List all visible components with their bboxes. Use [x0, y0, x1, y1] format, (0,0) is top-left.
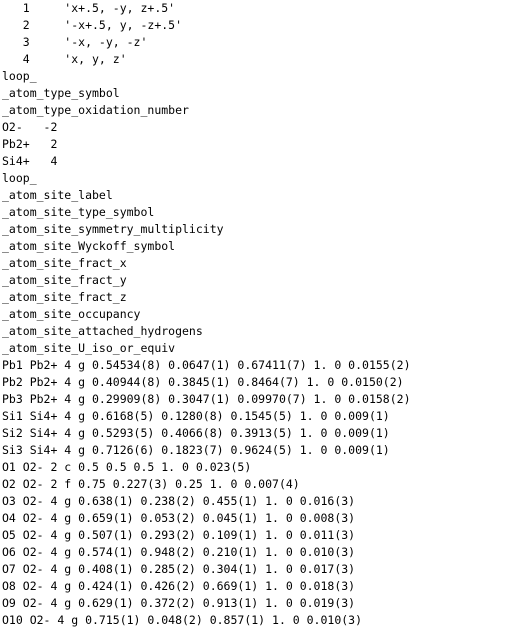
field-name-line: _atom_site_fract_x	[2, 256, 127, 270]
atom-site-row: Pb3 Pb2+ 4 g 0.29909(8) 0.3047(1) 0.0997…	[2, 392, 411, 406]
field-name-line: _atom_site_symmetry_multiplicity	[2, 222, 224, 236]
atom-site-row: Pb1 Pb2+ 4 g 0.54534(8) 0.0647(1) 0.6741…	[2, 358, 411, 372]
atom-site-row: O8 O2- 4 g 0.424(1) 0.426(2) 0.669(1) 1.…	[2, 579, 356, 593]
atom-site-row: O4 O2- 4 g 0.659(1) 0.053(2) 0.045(1) 1.…	[2, 511, 356, 525]
atom-site-row: O1 O2- 2 c 0.5 0.5 0.5 1. 0 0.023(5)	[2, 460, 252, 474]
atom-site-row: O2 O2- 2 f 0.75 0.227(3) 0.25 1. 0 0.007…	[2, 477, 300, 491]
field-name-line: _atom_site_occupancy	[2, 307, 141, 321]
atom-site-row: O7 O2- 4 g 0.408(1) 0.285(2) 0.304(1) 1.…	[2, 562, 356, 576]
field-name-line: _atom_site_U_iso_or_equiv	[2, 341, 176, 355]
atom-site-row: O10 O2- 4 g 0.715(1) 0.048(2) 0.857(1) 1…	[2, 613, 363, 627]
field-name-line: _atom_type_oxidation_number	[2, 103, 189, 117]
field-name-line: _atom_site_attached_hydrogens	[2, 324, 203, 338]
atom-site-row: Si3 Si4+ 4 g 0.7126(6) 0.1823(7) 0.9624(…	[2, 443, 390, 457]
field-name-line: _atom_site_type_symbol	[2, 205, 155, 219]
symmetry-op-line: 3 '-x, -y, -z'	[2, 35, 148, 49]
atom-type-line: Pb2+ 2	[2, 137, 58, 151]
atom-type-line: O2- -2	[2, 120, 58, 134]
atom-site-row: Si1 Si4+ 4 g 0.6168(5) 0.1280(8) 0.1545(…	[2, 409, 390, 423]
loop-keyword: loop_	[2, 171, 37, 185]
field-name-line: _atom_type_symbol	[2, 86, 120, 100]
loop-keyword: loop_	[2, 69, 37, 83]
field-name-line: _atom_site_Wyckoff_symbol	[2, 239, 176, 253]
symmetry-op-line: 4 'x, y, z'	[2, 52, 127, 66]
atom-site-row: O6 O2- 4 g 0.574(1) 0.948(2) 0.210(1) 1.…	[2, 545, 356, 559]
atom-site-row: Pb2 Pb2+ 4 g 0.40944(8) 0.3845(1) 0.8464…	[2, 375, 404, 389]
atom-site-row: Si2 Si4+ 4 g 0.5293(5) 0.4066(8) 0.3913(…	[2, 426, 390, 440]
cif-document: 1 'x+.5, -y, z+.5' 2 '-x+.5, y, -z+.5' 3…	[2, 0, 518, 629]
atom-type-line: Si4+ 4	[2, 154, 58, 168]
field-name-line: _atom_site_fract_y	[2, 273, 127, 287]
field-name-line: _atom_site_label	[2, 188, 113, 202]
atom-site-row: O9 O2- 4 g 0.629(1) 0.372(2) 0.913(1) 1.…	[2, 596, 356, 610]
symmetry-op-line: 2 '-x+.5, y, -z+.5'	[2, 18, 183, 32]
symmetry-op-line: 1 'x+.5, -y, z+.5'	[2, 1, 176, 15]
atom-site-row: O5 O2- 4 g 0.507(1) 0.293(2) 0.109(1) 1.…	[2, 528, 356, 542]
field-name-line: _atom_site_fract_z	[2, 290, 127, 304]
atom-site-row: O3 O2- 4 g 0.638(1) 0.238(2) 0.455(1) 1.…	[2, 494, 356, 508]
